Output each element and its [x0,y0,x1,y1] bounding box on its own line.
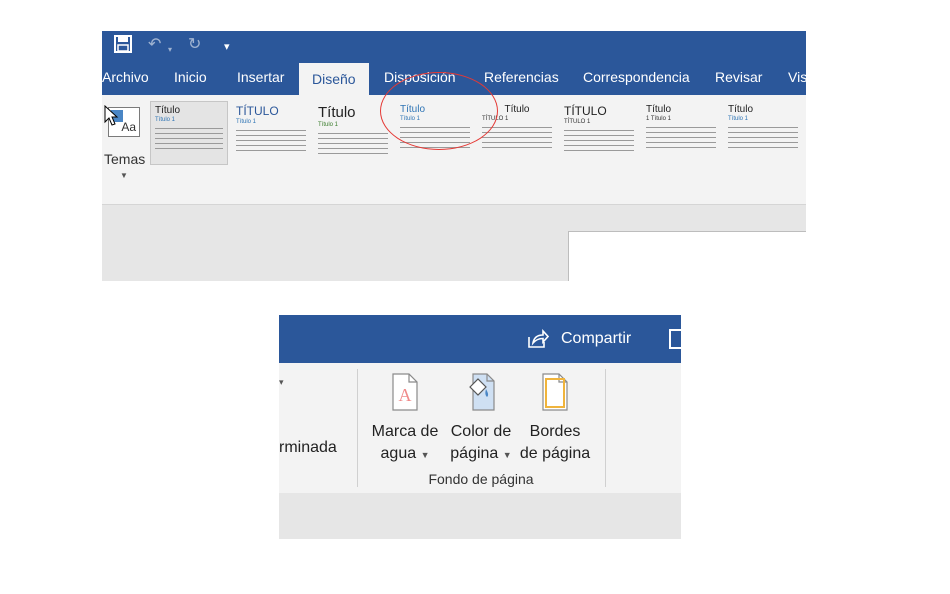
style-set-title: Título [646,104,672,115]
watermark-label-line1: Marca de [371,423,439,440]
watermark-label-line2-wrap: agua ▼ [365,445,445,463]
style-set-body-preview [155,126,223,152]
customize-qat-icon[interactable]: ▾ [224,37,230,57]
style-set-title: Título [728,104,754,115]
word-ribbon-design-tab-view: ↶ ▾ ↻ ▾ Archivo Inicio Insertar Diseño D… [102,31,806,281]
page-color-label-line1: Color de [450,423,512,440]
watermark-icon: A [392,373,418,411]
share-button[interactable]: Compartir [561,329,631,349]
style-set-title: TÍTULO [236,104,279,118]
page-color-label-line2: página [450,445,499,462]
style-set-subtitle: Título 1 [236,119,257,125]
chevron-down-icon: ▼ [120,171,128,180]
style-set-title: TÍTULO [564,104,607,118]
previous-group-label[interactable]: rminada [279,439,337,457]
style-set-subtitle: TÍTULO 1 [564,119,591,125]
chevron-down-icon[interactable]: ▾ [279,377,284,388]
tab-diseno[interactable]: Diseño [299,63,369,95]
svg-text:A: A [399,385,412,405]
watermark-label-line2: agua [380,445,417,462]
style-set-subtitle: Título 1 [318,122,339,128]
chevron-down-icon: ▼ [502,450,512,460]
style-set-body-preview [728,125,798,151]
redo-icon[interactable]: ↻ [188,35,201,55]
page-background-group-label: Fondo de página [428,471,534,487]
comment-icon[interactable] [669,329,681,349]
page-color-label-line2-wrap: página ▼ [441,445,521,463]
tab-insertar[interactable]: Insertar [237,59,284,95]
tab-archivo[interactable]: Archivo [102,59,149,95]
group-separator [357,369,358,487]
style-set-thumbnail[interactable]: Título 1 Título 1 [642,101,720,165]
style-set-thumbnail[interactable]: TÍTULO TÍTULO 1 [560,101,638,165]
style-set-subtitle: Título 1 [155,117,176,123]
undo-icon[interactable]: ↶ [148,35,161,55]
tab-correspondencia[interactable]: Correspondencia [583,59,690,95]
page-borders-icon [542,373,568,411]
themes-label: Temas [104,151,146,167]
page-borders-label-line1: Bordes [529,423,581,440]
share-icon [528,329,549,348]
mouse-cursor-icon [104,105,119,126]
quick-access-toolbar: ↶ ▾ ↻ ▾ [102,31,806,59]
watermark-button[interactable]: A Marca de agua ▼ [365,373,445,465]
style-set-subtitle: 1 Título 1 [646,116,671,122]
style-set-body-preview [564,128,634,154]
title-bar: Compartir [279,315,681,363]
style-set-thumbnail[interactable]: Título Título 1 [150,101,228,165]
style-set-subtitle: Título 1 [728,116,749,122]
style-set-body-preview [236,128,306,154]
style-set-body-preview [318,131,388,157]
style-set-body-preview [482,125,552,151]
chevron-down-icon: ▼ [420,450,430,460]
page-color-button[interactable]: Color de página ▼ [441,373,521,465]
group-separator [605,369,606,487]
tab-inicio[interactable]: Inicio [174,59,207,95]
tab-referencias[interactable]: Referencias [484,59,559,95]
save-icon[interactable] [114,35,132,59]
style-set-thumbnail[interactable]: Título Título 1 [724,101,802,165]
themes-button[interactable]: Aa Temas ▼ [102,101,148,185]
word-ribbon-page-background-view: Compartir ▾ rminada A Marca de agua ▼ Co… [279,315,681,539]
document-page[interactable] [568,231,806,281]
tab-revisar[interactable]: Revisar [715,59,762,95]
page-borders-label-line2: de página [519,445,591,462]
undo-dropdown-icon[interactable]: ▾ [168,40,172,60]
page-color-icon [469,373,495,411]
highlight-circle [380,72,498,150]
style-set-thumbnail[interactable]: TÍTULO Título 1 [232,101,310,165]
tab-vista[interactable]: Vist [788,59,806,95]
document-canvas [279,493,681,539]
style-set-body-preview [646,125,716,151]
style-set-title: Título [155,105,181,116]
page-borders-button[interactable]: Bordes de página [515,373,595,465]
